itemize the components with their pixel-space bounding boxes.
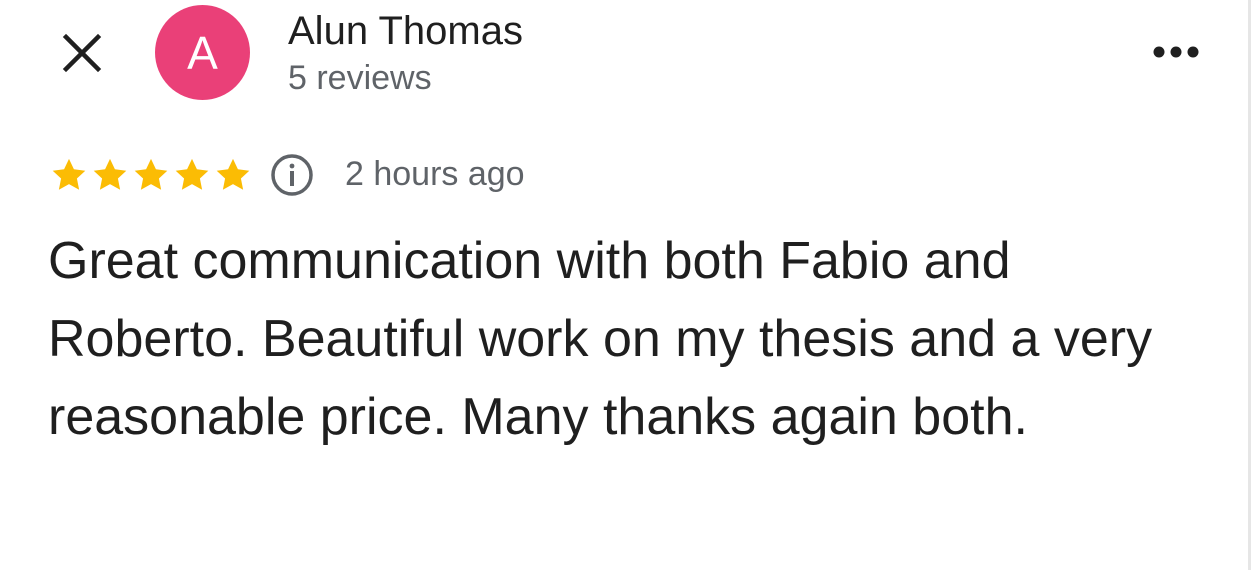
- close-icon: [62, 33, 102, 73]
- review-time: 2 hours ago: [345, 155, 525, 193]
- avatar-letter: A: [187, 26, 218, 79]
- review-text: Great communication with both Fabio and …: [48, 232, 1153, 446]
- info-icon: [271, 154, 313, 196]
- star-icon: [212, 153, 253, 197]
- star-icon: [171, 153, 212, 197]
- avatar[interactable]: A: [155, 5, 250, 100]
- more-options-button[interactable]: [1142, 30, 1210, 74]
- reviewer-name[interactable]: Alun Thomas: [288, 8, 523, 54]
- star-icon: [130, 153, 171, 197]
- star-icon: [48, 153, 89, 197]
- more-horizontal-icon: [1153, 46, 1199, 58]
- review-count[interactable]: 5 reviews: [288, 58, 432, 98]
- star-icon: [89, 153, 130, 197]
- star-rating: [48, 153, 253, 197]
- close-button[interactable]: [56, 27, 108, 79]
- info-button[interactable]: [268, 151, 316, 199]
